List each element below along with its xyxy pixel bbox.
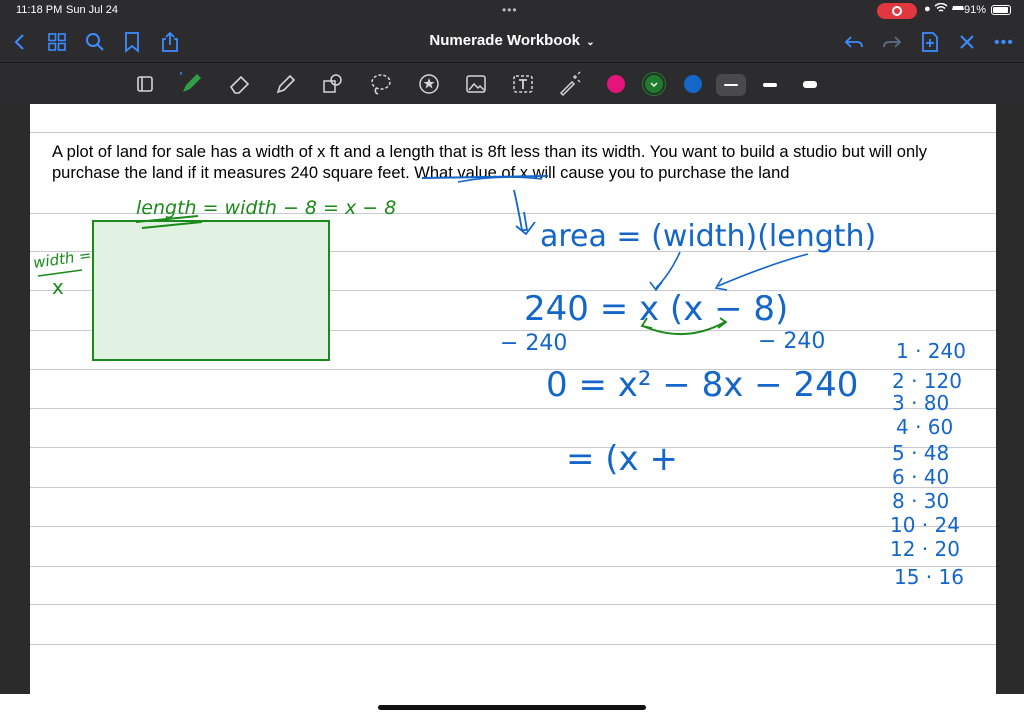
read-mode-icon[interactable] bbox=[132, 71, 158, 97]
document-nav-bar: Numerade Workbook ⌄ ••• bbox=[0, 22, 1024, 62]
subtract-left: − 240 bbox=[500, 331, 567, 356]
notebook-page[interactable]: A plot of land for sale has a width of x… bbox=[30, 104, 996, 694]
factor-pair: 2 · 120 bbox=[892, 369, 962, 393]
back-chevron-icon[interactable] bbox=[8, 30, 32, 54]
image-icon[interactable] bbox=[463, 71, 489, 97]
text-box-icon[interactable] bbox=[510, 71, 536, 97]
vpn-car-icon bbox=[951, 6, 964, 10]
handwriting-layer: length = width − 8 = x − 8 width = x are… bbox=[32, 175, 966, 589]
lasso-icon[interactable] bbox=[368, 71, 394, 97]
color-swatch-green-selected[interactable] bbox=[645, 75, 663, 93]
wifi-icon: ● bbox=[924, 2, 965, 15]
status-date: Sun Jul 24 bbox=[66, 4, 118, 16]
redo-icon[interactable] bbox=[880, 30, 904, 54]
stroke-medium-button[interactable] bbox=[755, 74, 785, 96]
factor-pair: 1 · 240 bbox=[896, 339, 966, 363]
factor-pair: 12 · 20 bbox=[890, 537, 960, 561]
factor-pair: 5 · 48 bbox=[892, 441, 949, 465]
land-rectangle bbox=[92, 220, 330, 361]
factor-pair: 6 · 40 bbox=[892, 465, 949, 489]
status-time: 11:18 PM bbox=[16, 4, 63, 16]
highlighter-icon[interactable] bbox=[273, 71, 299, 97]
search-icon[interactable] bbox=[83, 30, 107, 54]
status-bar: 11:18 PM Sun Jul 24 ••• ● 91% bbox=[0, 0, 1024, 22]
laser-pointer-icon[interactable] bbox=[557, 71, 583, 97]
drawing-toolbar bbox=[0, 62, 1024, 105]
stroke-thick-button[interactable] bbox=[795, 74, 825, 96]
title-chevron-down-icon[interactable]: ⌄ bbox=[586, 37, 594, 48]
stroke-thin-button[interactable] bbox=[716, 74, 746, 96]
equation-1: 240 = x (x − 8) bbox=[524, 289, 788, 329]
factor-pair: 4 · 60 bbox=[896, 415, 953, 439]
document-title-text[interactable]: Numerade Workbook bbox=[429, 32, 580, 49]
width-variable: x bbox=[52, 275, 64, 299]
factor-pair: 15 · 16 bbox=[894, 565, 964, 589]
share-icon[interactable] bbox=[158, 30, 182, 54]
close-icon[interactable] bbox=[955, 30, 979, 54]
length-label: length = width − 8 = x − 8 bbox=[136, 197, 396, 219]
color-swatch-pink[interactable] bbox=[607, 75, 625, 93]
equation-3: = (x + bbox=[566, 439, 678, 479]
equation-2: 0 = x² − 8x − 240 bbox=[546, 365, 858, 405]
bookmark-icon[interactable] bbox=[120, 30, 144, 54]
area-equation: area = (width)(length) bbox=[540, 219, 876, 254]
pen-icon[interactable] bbox=[178, 71, 204, 97]
undo-icon[interactable] bbox=[842, 30, 866, 54]
home-indicator[interactable] bbox=[378, 705, 646, 710]
sticker-icon[interactable] bbox=[416, 71, 442, 97]
document-title[interactable]: Numerade Workbook ⌄ bbox=[412, 32, 612, 49]
factor-pair: 3 · 80 bbox=[892, 391, 949, 415]
factor-pair: 10 · 24 bbox=[890, 513, 960, 537]
battery-percent: 91% bbox=[964, 4, 987, 16]
eraser-icon[interactable] bbox=[227, 71, 253, 97]
add-page-icon[interactable] bbox=[918, 30, 942, 54]
shapes-icon[interactable] bbox=[320, 71, 346, 97]
subtract-right: − 240 bbox=[758, 329, 825, 354]
factor-pair: 8 · 30 bbox=[892, 489, 949, 513]
more-icon[interactable]: ••• bbox=[994, 34, 1014, 52]
color-swatch-blue[interactable] bbox=[684, 75, 702, 93]
battery-icon bbox=[991, 5, 1011, 15]
screen-recording-indicator[interactable] bbox=[877, 3, 917, 19]
width-label: width = bbox=[32, 246, 93, 272]
multitasking-dots-icon[interactable]: ••• bbox=[502, 3, 518, 17]
thumbnails-grid-icon[interactable] bbox=[45, 30, 69, 54]
